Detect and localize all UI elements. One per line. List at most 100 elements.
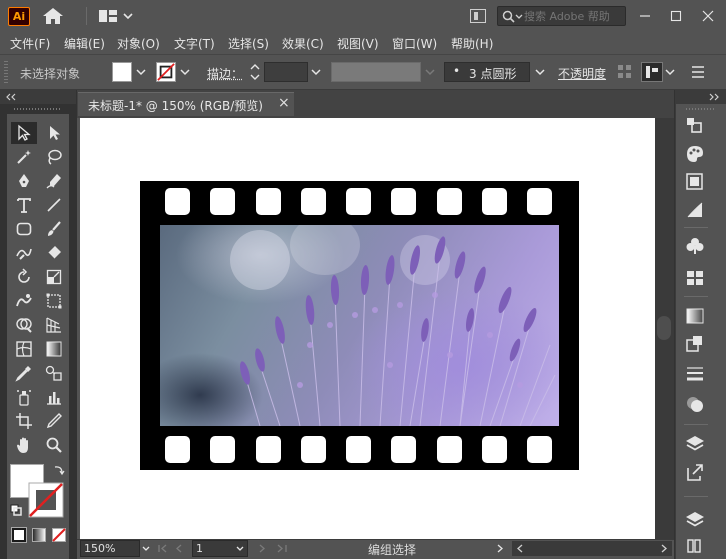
color-mode-button[interactable]: [11, 527, 27, 543]
menu-file[interactable]: 文件(F): [10, 35, 50, 52]
opacity-label[interactable]: 不透明度: [558, 65, 606, 82]
warp-tool[interactable]: [11, 290, 37, 312]
toolbar-header[interactable]: [0, 90, 76, 104]
home-icon[interactable]: [42, 7, 64, 25]
zoom-level-field[interactable]: 150%: [80, 540, 140, 557]
direct-selection-tool[interactable]: [41, 122, 67, 144]
scale-tool[interactable]: [41, 266, 67, 288]
align-panel-icon[interactable]: [641, 62, 663, 82]
chevron-down-icon[interactable]: [533, 62, 547, 82]
column-graph-tool[interactable]: [41, 386, 67, 408]
menu-view[interactable]: 视图(V): [337, 35, 379, 52]
lavender-photo[interactable]: [160, 225, 559, 426]
eyedropper-tool[interactable]: [11, 362, 37, 384]
blend-tool[interactable]: [41, 362, 67, 384]
line-tool[interactable]: [41, 194, 67, 216]
zoom-tool[interactable]: [41, 434, 67, 456]
rotate-tool[interactable]: [11, 266, 37, 288]
first-prev-artboard-icon[interactable]: [155, 541, 191, 556]
scroll-right-icon[interactable]: [658, 541, 670, 556]
fill-swatch[interactable]: [112, 62, 132, 82]
swatches-grid-icon[interactable]: [684, 268, 706, 288]
free-transform-tool[interactable]: [41, 290, 67, 312]
menu-lines-icon[interactable]: [690, 64, 706, 80]
close-window-icon[interactable]: [696, 6, 720, 26]
gradient-panel-icon[interactable]: [684, 200, 706, 220]
menu-help[interactable]: 帮助(H): [451, 35, 493, 52]
none-mode-button[interactable]: [52, 528, 66, 542]
curvature-tool[interactable]: [41, 170, 67, 192]
mesh-tool[interactable]: [11, 338, 37, 360]
close-tab-icon[interactable]: ×: [278, 95, 290, 111]
maximize-icon[interactable]: [664, 6, 688, 26]
chevron-down-icon[interactable]: [134, 62, 148, 82]
horizontal-scrollbar[interactable]: [512, 541, 672, 556]
perspective-grid-tool[interactable]: [41, 314, 67, 336]
type-tool[interactable]: [11, 194, 37, 216]
default-fill-stroke-icon[interactable]: [10, 504, 22, 516]
menu-type[interactable]: 文字(T): [174, 35, 215, 52]
expand-icon[interactable]: [707, 92, 721, 102]
swap-fill-stroke-icon[interactable]: [53, 464, 65, 476]
vertical-scrollbar[interactable]: [655, 118, 674, 540]
collapse-icon[interactable]: [4, 92, 18, 102]
menu-window[interactable]: 窗口(W): [392, 35, 437, 52]
menu-select[interactable]: 选择(S): [228, 35, 269, 52]
panel-toggle-icon[interactable]: [470, 9, 486, 23]
properties-panel-icon[interactable]: [684, 116, 706, 136]
selection-tool[interactable]: [11, 122, 37, 144]
appearance-panel-icon[interactable]: [684, 394, 706, 414]
stroke-stepper-icon[interactable]: [248, 61, 262, 83]
status-menu-arrow-icon[interactable]: [494, 541, 506, 556]
libraries-icon[interactable]: [684, 536, 706, 556]
paintbrush-tool[interactable]: [41, 218, 67, 240]
chevron-down-icon[interactable]: [234, 541, 246, 556]
toolbar-grip[interactable]: [14, 108, 60, 110]
menu-object[interactable]: 对象(O): [117, 35, 160, 52]
chevron-down-icon[interactable]: [140, 541, 152, 556]
help-search[interactable]: [497, 6, 626, 26]
transparency-panel-icon[interactable]: [684, 306, 706, 326]
layers-stack-icon[interactable]: [684, 510, 706, 530]
magic-wand-tool[interactable]: [11, 146, 37, 168]
stroke-label[interactable]: 描边：: [207, 65, 243, 82]
menu-edit[interactable]: 编辑(E): [64, 35, 105, 52]
stroke-panel-icon[interactable]: [684, 364, 706, 384]
grip-handle[interactable]: [4, 61, 8, 83]
shaper-tool[interactable]: [11, 242, 37, 264]
lasso-tool[interactable]: [41, 146, 67, 168]
chevron-down-icon[interactable]: [178, 62, 192, 82]
rectangle-tool[interactable]: [11, 218, 37, 240]
layers-panel-icon[interactable]: [684, 434, 706, 454]
document-tab[interactable]: 未标题-1* @ 150% (RGB/预览) ×: [78, 92, 294, 116]
scroll-thumb[interactable]: [657, 316, 671, 340]
workspace-switcher-icon[interactable]: [98, 8, 134, 24]
artboard-tool[interactable]: [11, 410, 37, 432]
asset-export-arrow-icon[interactable]: [684, 462, 706, 482]
gradient-tool[interactable]: [41, 338, 67, 360]
slice-tool[interactable]: [41, 410, 67, 432]
symbols-club-icon[interactable]: [684, 236, 706, 256]
right-panel-header[interactable]: [675, 90, 726, 104]
stroke-weight-input[interactable]: [264, 62, 308, 82]
minimize-icon[interactable]: [633, 6, 657, 26]
symbol-sprayer-tool[interactable]: [11, 386, 37, 408]
panel-grip[interactable]: [686, 108, 714, 110]
search-input[interactable]: [524, 8, 624, 24]
color-palette-icon[interactable]: [684, 144, 706, 164]
export-asset-icon[interactable]: [684, 334, 706, 354]
stroke-none-swatch[interactable]: [156, 62, 176, 82]
hand-tool[interactable]: [11, 434, 37, 456]
brush-definition-field[interactable]: • 3 点圆形: [444, 62, 530, 82]
chevron-down-icon[interactable]: [309, 62, 323, 82]
chevron-down-icon[interactable]: [663, 62, 677, 82]
pen-tool[interactable]: [11, 170, 37, 192]
film-strip-artwork[interactable]: [140, 181, 579, 470]
color-guide-icon[interactable]: [684, 172, 706, 192]
recolor-icon[interactable]: [617, 64, 633, 80]
scroll-left-icon[interactable]: [514, 541, 526, 556]
eraser-tool[interactable]: [41, 242, 67, 264]
gradient-mode-button[interactable]: [32, 528, 46, 542]
shape-builder-tool[interactable]: [11, 314, 37, 336]
stroke-color-box[interactable]: [28, 482, 64, 518]
